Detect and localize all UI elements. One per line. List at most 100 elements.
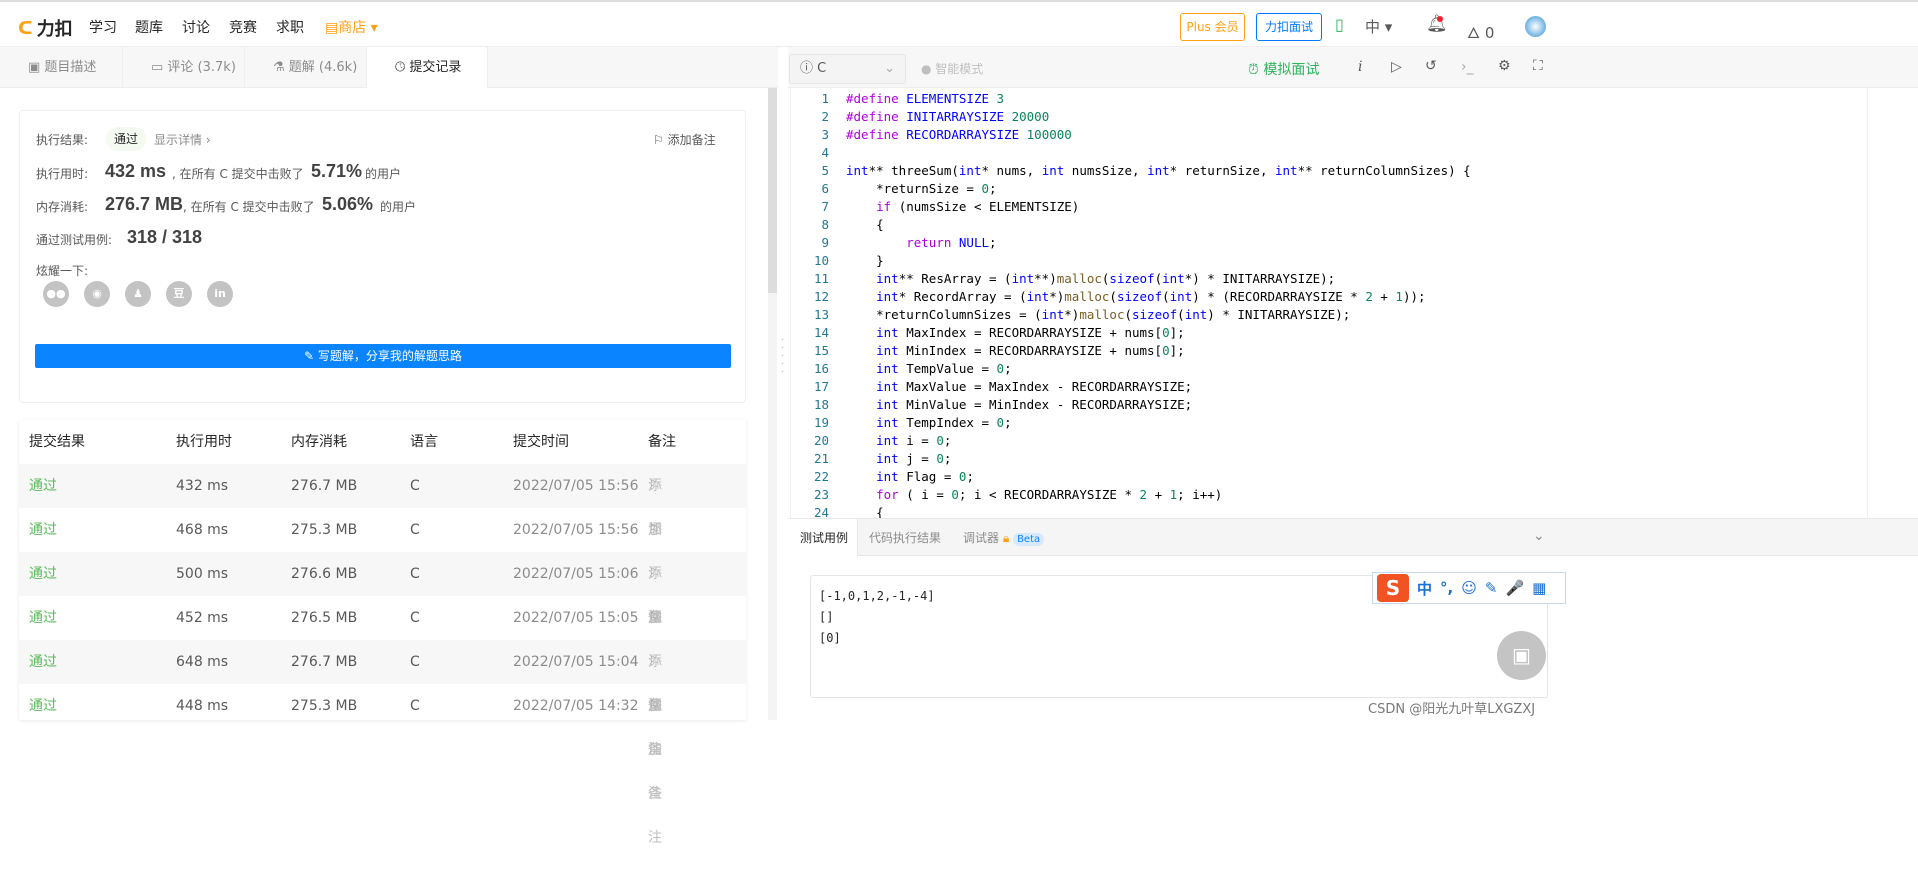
plus-member-button[interactable]: Plus 会员 [1180,13,1245,41]
result-cell[interactable]: 通过 [29,508,57,552]
language-select[interactable]: ⓘ C ⌄ [789,54,906,84]
tab-testcase[interactable]: 测试用例 [788,519,858,557]
code-text: int MinValue = MinIndex - RECORDARRAYSIZ… [876,397,1193,412]
table-row[interactable]: 通过 648 ms 276.7 MB C 2022/07/05 15:04 ⚐ 添加备注 [19,640,746,802]
runtime-text: , 在所有 C 提交中击败了 [172,167,304,181]
table-row[interactable]: 通过 448 ms 275.3 MB C 2022/07/05 14:32 ⚐ 添加备注 [19,684,746,846]
mock-interview-button[interactable]: ⏰︎ 模拟面试 [1248,59,1319,79]
memory-cell: 276.5 MB [291,610,358,626]
pane-splitter[interactable]: · · · · · [778,47,788,720]
runtime-cell: 500 ms [176,566,229,582]
result-cell[interactable]: 通过 [29,684,57,728]
nav-problems[interactable]: 题库 [135,17,163,37]
douban-icon[interactable]: 豆 [166,281,192,307]
weibo-icon[interactable]: ◉ [84,281,110,307]
memory-cell: 276.7 MB [291,654,358,670]
nav-contest[interactable]: 竞赛 [229,17,257,37]
avatar[interactable] [1525,16,1546,37]
nav-learn[interactable]: 学习 [89,17,117,37]
description-icon: ▣ [28,60,45,75]
line-number: 9 [821,235,829,250]
result-card: 执行结果: 通过 显示详情 › ⚐ 添加备注 执行用时: 432 ms , 在所… [19,110,746,403]
language-cell: C [410,654,420,670]
smart-mode-toggle[interactable]: ● 智能模式 [921,60,983,77]
wechat-icon[interactable]: ●● [43,281,69,307]
tab-comments[interactable]: ▭ 评论 (3.7k) [122,47,244,88]
left-scrollbar[interactable] [768,88,777,720]
header-note: 备注 [648,434,676,450]
write-solution-label: 写题解，分享我的解题思路 [317,349,462,363]
ime-toolbox-icon[interactable]: ▦ [1532,579,1546,597]
reset-icon[interactable]: ↺ [1425,58,1437,74]
tab-description[interactable]: ▣ 题目描述 [0,47,122,88]
add-note-button[interactable]: ⚐ 添加备注 [653,131,716,148]
bell-icon[interactable]: 🔔︎ [1426,14,1448,34]
result-cell[interactable]: 通过 [29,596,57,640]
line-number: 20 [813,433,829,448]
run-icon[interactable]: ▷ [1391,59,1402,75]
language-switch[interactable]: 中 ▾ [1365,16,1392,37]
watermark: CSDN @阳光九叶草LXGZXJ [1368,702,1536,717]
mobile-icon[interactable]: ▯ [1335,15,1344,34]
leetcode-logo[interactable]: ᑕ 力扣 [18,15,73,41]
line-number: 3 [821,127,829,142]
result-cell[interactable]: 通过 [29,464,57,508]
table-row[interactable]: 通过452 ms276.5 MBC2022/07/05 15:05⚐ 添加备注 [19,596,746,758]
store-label: 商店 [338,20,367,36]
fullscreen-icon[interactable]: ⛶ [1533,58,1543,74]
terminal-icon[interactable]: ›_ [1461,59,1474,75]
ime-voice-icon[interactable]: 🎤 [1505,579,1524,597]
sogou-logo-icon[interactable]: S [1377,574,1409,602]
line-number: 17 [813,379,829,394]
code-text: *returnSize = 0; [846,181,997,196]
runtime-value: 432 ms [105,161,167,181]
tab-debugger[interactable]: 调试器 🔒︎ Beta [963,519,1045,557]
logo-icon: ᑕ [18,17,33,39]
ime-chinese-toggle[interactable]: 中 [1417,578,1432,599]
language-label: 中 [1365,18,1381,36]
code-text: { [846,505,884,518]
share-label: 炫耀一下: [36,264,89,278]
header-result: 提交结果 [29,434,85,450]
nav-discuss[interactable]: 讨论 [182,17,210,37]
line-number: 1 [821,91,829,106]
collapse-chevron-icon[interactable]: ⌄ [1533,528,1545,544]
tab-label: 题解 (4.6k) [288,60,358,75]
interview-button[interactable]: 力扣面试 [1256,13,1322,41]
settings-icon[interactable]: ⚙ [1498,58,1511,74]
code-text: #define RECORDARRAYSIZE 100000 [846,127,1072,142]
nav-store[interactable]: ▤商店 ▾ [325,17,378,37]
info-i-icon[interactable]: i [1358,59,1362,75]
write-solution-button[interactable]: ✎ 写题解，分享我的解题思路 [35,344,731,368]
table-row[interactable]: 通过500 ms276.6 MBC2022/07/05 15:06⚐ 添加备注 [19,552,746,714]
tab-solutions[interactable]: ⚗ 题解 (4.6k) [244,47,366,88]
status-badge: 通过 [106,127,146,151]
show-details-link[interactable]: 显示详情 › [154,131,211,148]
nav-jobs[interactable]: 求职 [276,17,304,37]
result-cell[interactable]: 通过 [29,552,57,596]
line-number: 15 [813,343,829,358]
ime-punctuation-toggle[interactable]: °, [1440,579,1453,597]
ime-handwriting-icon[interactable]: ✎ [1485,579,1498,597]
runtime-label: 执行用时: [36,167,89,181]
linkedin-icon[interactable]: in [207,281,233,307]
notebook-icon: ▣ [1512,643,1531,667]
ime-emoji-icon[interactable]: ☺ [1461,579,1477,597]
notebook-button[interactable]: ▣ [1497,631,1546,680]
line-number: 16 [813,361,829,376]
result-cell[interactable]: 通过 [29,640,57,684]
tab-submissions[interactable]: 🕓︎ 提交记录 [366,47,488,88]
code-editor[interactable]: 1 #define ELEMENTSIZE 3 2 #define INITARRAY… [790,88,1868,518]
table-row[interactable]: 通过468 ms275.3 MBC2022/07/05 15:56⚐ 添加备注 [19,508,746,670]
testcase-line: [0] [819,631,841,645]
tab-run-result[interactable]: 代码执行结果 [869,519,941,557]
qq-icon[interactable]: ♟ [125,281,151,307]
date-cell: 2022/07/05 15:06 [513,566,639,582]
line-number: 19 [813,415,829,430]
runtime-cell: 452 ms [176,610,229,626]
points[interactable]: 🜂 0 [1467,16,1494,47]
table-row[interactable]: 通过432 ms276.7 MBC2022/07/05 15:56⚐ 添加备注 [19,464,746,626]
code-text: for ( i = 0; i < RECORDARRAYSIZE * 2 + 1… [876,487,1223,502]
scrollbar-thumb[interactable] [768,88,777,293]
line-number: 4 [821,145,829,160]
